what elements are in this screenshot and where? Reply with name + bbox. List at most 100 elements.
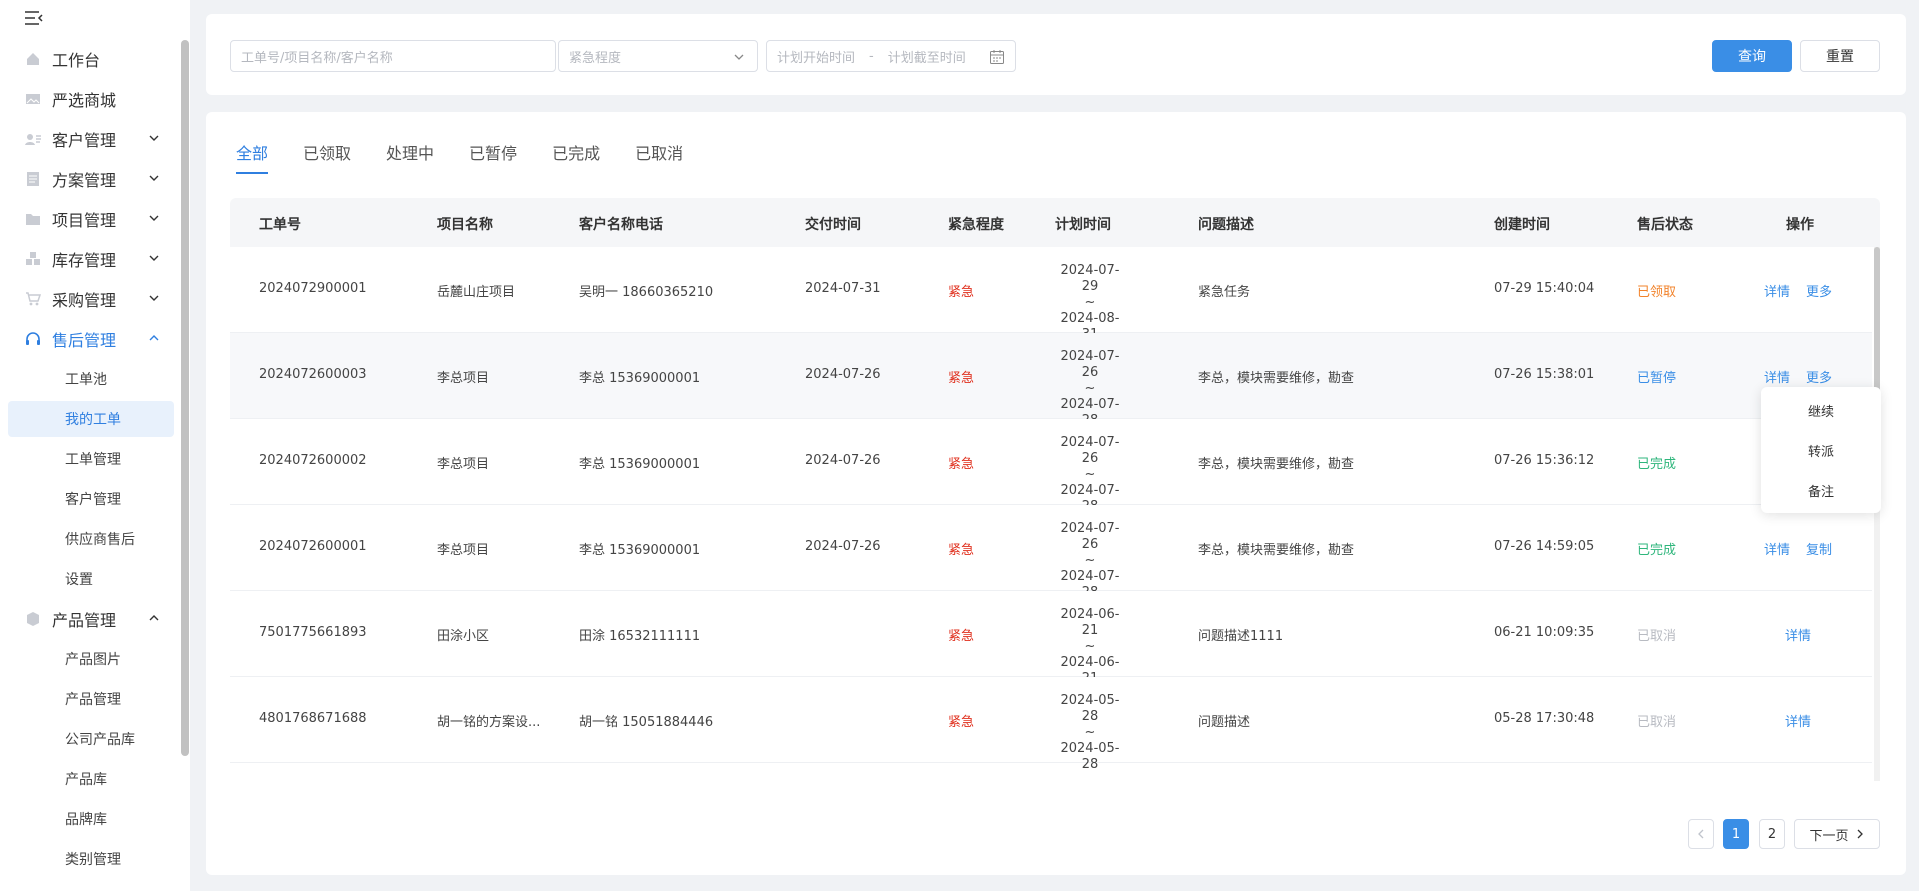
sidebar-sub-product-library[interactable]: 产品库 [8,761,174,797]
tab-completed[interactable]: 已完成 [552,140,600,174]
urgency-value: 紧急 [948,457,975,472]
col-customer: 客户名称电话 [579,217,663,233]
table-header: 工单号 项目名称 客户名称电话 交付时间 紧急程度 计划时间 问题描述 创建时间… [230,198,1880,247]
sidebar-sub-product-management[interactable]: 产品管理 [8,681,174,717]
sidebar-item-customers[interactable]: 客户管理 [8,121,174,157]
delivery-date: 2024-07-26 [805,453,881,468]
table-row[interactable]: 2024072600001 李总项目 李总 15369000001 2024-0… [230,505,1872,600]
ticket-no: 4801768671688 [259,711,367,726]
tab-paused[interactable]: 已暂停 [469,140,517,174]
sidebar-sub-settings[interactable]: 设置 [8,561,174,597]
sidebar-sub-product-images[interactable]: 产品图片 [8,641,174,677]
urgency-placeholder: 紧急程度 [569,50,622,66]
problem-description: 李总，模块需要维修，勘查 [1198,543,1355,558]
more-actions-menu: 继续 转派 备注 [1761,387,1881,513]
page-2-button[interactable]: 2 [1759,819,1785,849]
plan-time: 2024-07-29~2024-08-31 [1060,263,1120,342]
status-badge: 已领取 [1637,285,1677,300]
sidebar-item-projects[interactable]: 项目管理 [8,201,174,237]
filter-bar: 工单号/项目名称/客户名称 紧急程度 计划开始时间 - 计划截至时间 查询 重置 [206,14,1906,95]
sidebar-sub-company-product-library[interactable]: 公司产品库 [8,721,174,757]
created-time: 05-28 17:30:48 [1494,711,1595,726]
sidebar-item-aftersales[interactable]: 售后管理 [8,321,174,357]
plan-time: 2024-05-28 ~2024-05-28 [1060,693,1120,772]
calendar-icon [990,50,1004,64]
col-ticket-no: 工单号 [259,217,301,233]
sidebar-sub-customer-management[interactable]: 客户管理 [8,481,174,517]
detail-link[interactable]: 详情 [1764,281,1790,300]
tab-cancelled[interactable]: 已取消 [635,140,683,174]
query-button[interactable]: 查询 [1712,40,1792,72]
sidebar-scrollbar[interactable] [181,40,189,756]
table-row[interactable]: 7501775661893 田涂小区 田涂 16532111111 紧急 202… [230,591,1872,686]
image-icon [24,90,42,108]
tab-received[interactable]: 已领取 [303,140,351,174]
urgency-value: 紧急 [948,543,975,558]
menu-item-continue[interactable]: 继续 [1761,401,1881,420]
end-date-placeholder: 计划截至时间 [887,50,966,66]
sidebar-item-label: 工作台 [52,51,101,70]
sidebar-sub-category-management[interactable]: 类别管理 [8,841,174,877]
range-separator: - [869,48,874,64]
problem-description: 紧急任务 [1198,285,1251,300]
more-link[interactable]: 更多 [1806,367,1832,386]
sidebar-item-mall[interactable]: 严选商城 [8,81,174,117]
prev-page-button[interactable] [1688,819,1714,849]
sidebar-sub-supplier-aftersales[interactable]: 供应商售后 [8,521,174,557]
urgency-select[interactable]: 紧急程度 [558,40,758,72]
status-badge: 已完成 [1637,543,1677,558]
next-page-label: 下一页 [1809,828,1849,844]
plan-time: 2024-07-26~2024-07-28 [1060,521,1120,600]
menu-item-reassign[interactable]: 转派 [1761,441,1881,460]
chevron-left-icon [1698,829,1704,839]
chevron-down-icon [734,54,744,60]
project-name: 胡一铭的方案设... [437,715,541,730]
sidebar-item-products[interactable]: 产品管理 [8,601,174,637]
customer-contact: 李总 15369000001 [579,543,701,558]
table-row[interactable]: 2024072600003 李总项目 李总 15369000001 2024-0… [230,333,1872,428]
sidebar-item-label: 产品管理 [52,611,117,630]
page-1-button[interactable]: 1 [1723,819,1749,849]
created-time: 07-26 14:59:05 [1494,539,1595,554]
delivery-date: 2024-07-31 [805,281,881,296]
menu-item-remark[interactable]: 备注 [1761,481,1881,500]
next-page-button[interactable]: 下一页 [1794,819,1880,849]
detail-link[interactable]: 详情 [1785,625,1811,644]
sidebar-sub-my-tickets[interactable]: 我的工单 [8,401,174,437]
reset-button[interactable]: 重置 [1800,40,1880,72]
urgency-value: 紧急 [948,371,975,386]
sidebar-item-solutions[interactable]: 方案管理 [8,161,174,197]
created-time: 07-26 15:36:12 [1494,453,1595,468]
sidebar-sub-brand-library[interactable]: 品牌库 [8,801,174,837]
project-name: 李总项目 [437,371,490,386]
problem-description: 李总，模块需要维修，勘查 [1198,371,1355,386]
created-time: 06-21 10:09:35 [1494,625,1595,640]
menu-fold-icon[interactable] [24,10,46,28]
start-date-placeholder: 计划开始时间 [777,50,856,66]
table-row[interactable]: 2024072600002 李总项目 李总 15369000001 2024-0… [230,419,1872,514]
urgency-value: 紧急 [948,629,975,644]
sidebar-item-workbench[interactable]: 工作台 [8,41,174,77]
search-input[interactable]: 工单号/项目名称/客户名称 [230,40,556,72]
sidebar-sub-ticket-management[interactable]: 工单管理 [8,441,174,477]
more-link[interactable]: 更多 [1806,281,1832,300]
sidebar-item-inventory[interactable]: 库存管理 [8,241,174,277]
ticket-no: 2024072900001 [259,281,367,296]
document-icon [24,170,42,188]
col-project: 项目名称 [437,217,493,233]
sidebar-item-label: 方案管理 [52,171,117,190]
detail-link[interactable]: 详情 [1764,539,1790,558]
table-row[interactable]: 2024072900001 岳麓山庄项目 吴明一 18660365210 202… [230,247,1872,342]
ticket-no: 2024072600003 [259,367,367,382]
date-range-picker[interactable]: 计划开始时间 - 计划截至时间 [766,40,1016,72]
sidebar-item-label: 售后管理 [52,331,117,350]
table-row[interactable]: 4801768671688 胡一铭的方案设... 胡一铭 15051884446… [230,677,1872,772]
copy-link[interactable]: 复制 [1806,539,1832,558]
sidebar-sub-ticket-pool[interactable]: 工单池 [8,361,174,397]
ticket-no: 7501775661893 [259,625,367,640]
tab-processing[interactable]: 处理中 [386,140,434,174]
sidebar-item-purchasing[interactable]: 采购管理 [8,281,174,317]
detail-link[interactable]: 详情 [1764,367,1790,386]
tab-all[interactable]: 全部 [236,140,269,174]
detail-link[interactable]: 详情 [1785,711,1811,730]
